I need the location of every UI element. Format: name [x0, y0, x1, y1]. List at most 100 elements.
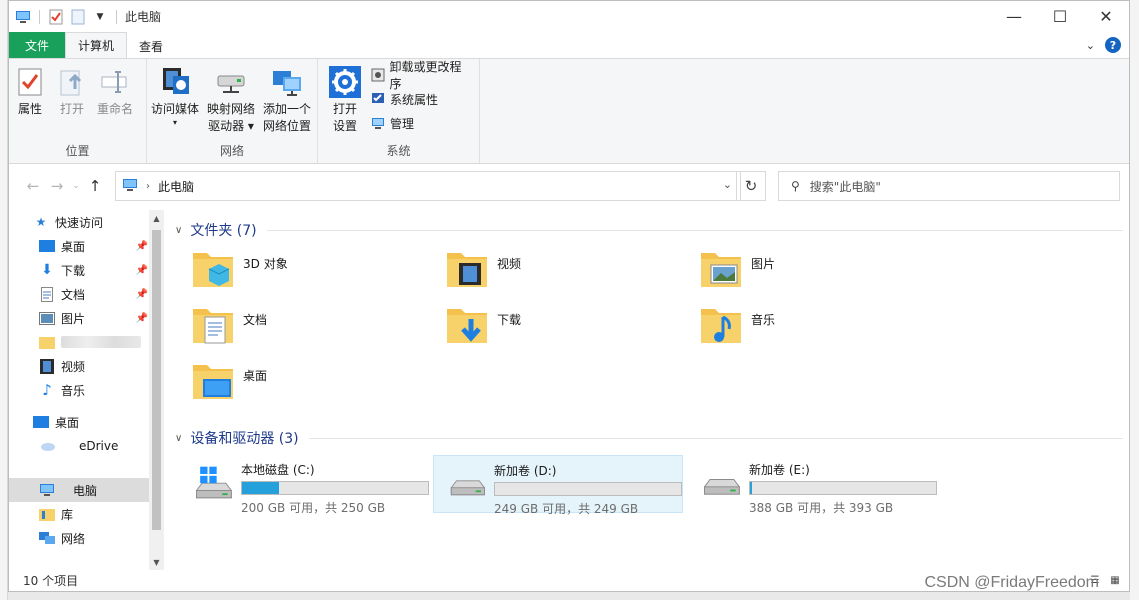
- tab-file[interactable]: 文件: [9, 32, 66, 58]
- sidebar-item-downloads[interactable]: ⬇ 下载 📌: [9, 258, 164, 282]
- video-folder-icon: [447, 253, 487, 287]
- properties-icon[interactable]: [48, 9, 64, 25]
- folder-name: 下载: [497, 313, 522, 327]
- search-input[interactable]: ⚲ 搜索"此电脑": [778, 171, 1120, 201]
- breadcrumb-item[interactable]: 此电脑: [158, 178, 194, 195]
- group-label: 位置: [65, 144, 90, 158]
- sidebar-item-network[interactable]: 网络: [9, 526, 164, 550]
- computer-icon: [122, 178, 138, 195]
- uninstall-programs-button[interactable]: 卸载或更改程序: [370, 60, 479, 91]
- chevron-down-icon[interactable]: ⌄: [1086, 39, 1095, 52]
- network-icon: [39, 530, 55, 546]
- desktop-icon: [33, 414, 49, 430]
- button-label: 系统属性: [390, 92, 439, 107]
- manage-button[interactable]: 管理: [370, 113, 479, 133]
- button-label: 打开: [332, 102, 357, 116]
- computer-icon[interactable]: [15, 9, 31, 25]
- computer-management-icon: [370, 115, 386, 131]
- forward-button[interactable]: →: [45, 174, 69, 198]
- maximize-button[interactable]: ☐: [1037, 1, 1083, 32]
- sidebar-item-this-pc[interactable]: 电脑: [9, 478, 164, 502]
- hard-drive-icon: [450, 480, 485, 496]
- drive-usage-bar: [494, 482, 682, 496]
- new-folder-icon[interactable]: [70, 9, 86, 25]
- folder-desktop[interactable]: 桌面: [171, 359, 421, 411]
- folder-videos[interactable]: 视频: [425, 247, 675, 299]
- sidebar-item-desktop-root[interactable]: 桌面: [9, 410, 164, 434]
- toolbar-divider: [116, 9, 117, 24]
- access-media-button[interactable]: 访问媒体 ▾: [147, 65, 203, 135]
- tab-view[interactable]: 查看: [127, 34, 175, 58]
- chevron-down-icon[interactable]: ▼: [92, 9, 108, 25]
- button-label: 映射网络: [207, 102, 256, 116]
- drive-usage-fill: [750, 482, 753, 494]
- section-title: 文件夹 (7): [190, 223, 257, 239]
- ribbon-controls: ⌄ ?: [1086, 37, 1121, 53]
- recent-locations-button[interactable]: ⌄: [69, 174, 83, 198]
- properties-button[interactable]: 属性: [9, 65, 51, 118]
- drive-d[interactable]: 新加卷 (D:) 249 GB 可用，共 249 GB: [433, 455, 683, 516]
- scroll-up-arrow[interactable]: ▲: [149, 210, 164, 226]
- drives-section-header[interactable]: ∨ 设备和驱动器 (3): [171, 427, 1129, 449]
- sidebar-item-libraries[interactable]: 库: [9, 502, 164, 526]
- navigation-pane: ★ 快速访问 桌面 📌 ⬇ 下载 📌 文档 📌 图片 📌 视频 ♪ 音乐 桌面 …: [9, 210, 164, 570]
- sidebar-item-blurred-folder[interactable]: [9, 330, 164, 354]
- refresh-button[interactable]: ↻: [736, 171, 766, 201]
- open-button[interactable]: 打开: [51, 65, 93, 118]
- close-button[interactable]: ✕: [1083, 1, 1129, 32]
- chevron-down-icon[interactable]: ⌄: [723, 178, 732, 191]
- toolbar-divider: [39, 9, 40, 24]
- nav-scrollbar[interactable]: ▲ ▼: [149, 210, 164, 570]
- music-icon: ♪: [42, 381, 52, 399]
- sidebar-item-label: 桌面: [61, 239, 86, 254]
- drive-usage-bar: [749, 481, 937, 495]
- chevron-down-icon: ∨: [175, 224, 183, 236]
- ribbon-group-system: 打开 设置 卸载或更改程序 系统属性 管理 系统: [318, 59, 480, 163]
- folder-pictures[interactable]: 图片: [679, 247, 929, 299]
- sidebar-item-label: 视频: [61, 359, 86, 374]
- ribbon-group-location: 属性 打开 重命名 位置: [9, 59, 147, 163]
- group-label: 网络: [219, 144, 244, 158]
- sidebar-item-videos[interactable]: 视频: [9, 354, 164, 378]
- back-button[interactable]: ←: [21, 174, 45, 198]
- folder-music[interactable]: 音乐: [679, 303, 929, 355]
- up-button[interactable]: ↑: [83, 174, 107, 198]
- map-network-drive-button[interactable]: 映射网络 驱动器 ▾: [203, 65, 259, 135]
- desktop-background-left: [0, 0, 8, 600]
- sidebar-item-quick-access[interactable]: ★ 快速访问: [9, 210, 164, 234]
- address-bar[interactable]: › 此电脑 ⌄: [115, 171, 741, 201]
- button-label-line2: 网络位置: [263, 119, 312, 133]
- sidebar-item-desktop[interactable]: 桌面 📌: [9, 234, 164, 258]
- chevron-right-icon[interactable]: ›: [146, 181, 150, 192]
- large-icons-view-icon[interactable]: ▦: [1107, 572, 1123, 588]
- folder-downloads[interactable]: 下载: [425, 303, 675, 355]
- sidebar-item-music[interactable]: ♪ 音乐: [9, 378, 164, 402]
- rename-button[interactable]: 重命名: [93, 65, 137, 118]
- folders-section-header[interactable]: ∨ 文件夹 (7): [171, 219, 1129, 241]
- scroll-down-arrow[interactable]: ▼: [149, 554, 164, 570]
- folder-3d-objects[interactable]: 3D 对象: [171, 247, 421, 299]
- system-properties-button[interactable]: 系统属性: [370, 89, 479, 109]
- minimize-button[interactable]: —: [991, 1, 1037, 32]
- drive-c[interactable]: 本地磁盘 (C:) 200 GB 可用，共 250 GB: [179, 455, 429, 515]
- help-icon[interactable]: ?: [1105, 37, 1121, 53]
- windows-drive-icon: [196, 466, 232, 499]
- download-folder-icon: [447, 309, 487, 343]
- sidebar-item-onedrive[interactable]: eDrive: [9, 434, 164, 458]
- scrollbar-thumb[interactable]: [152, 230, 161, 530]
- folder-documents[interactable]: 文档: [171, 303, 421, 355]
- drive-size: 388 GB 可用，共 393 GB: [749, 501, 894, 515]
- pin-icon: 📌: [135, 264, 148, 276]
- sidebar-item-pictures[interactable]: 图片 📌: [9, 306, 164, 330]
- sidebar-item-documents[interactable]: 文档 📌: [9, 282, 164, 306]
- button-label: 重命名: [97, 102, 134, 116]
- sidebar-item-label: 电脑: [73, 483, 98, 498]
- tab-computer[interactable]: 计算机: [65, 32, 128, 58]
- window-controls: — ☐ ✕: [991, 1, 1129, 32]
- onedrive-icon: [39, 438, 55, 454]
- drive-e[interactable]: 新加卷 (E:) 388 GB 可用，共 393 GB: [687, 455, 937, 515]
- sidebar-item-label: 快速访问: [55, 215, 104, 230]
- sidebar-item-label: 音乐: [61, 383, 86, 398]
- add-network-location-button[interactable]: 添加一个 网络位置: [259, 65, 315, 135]
